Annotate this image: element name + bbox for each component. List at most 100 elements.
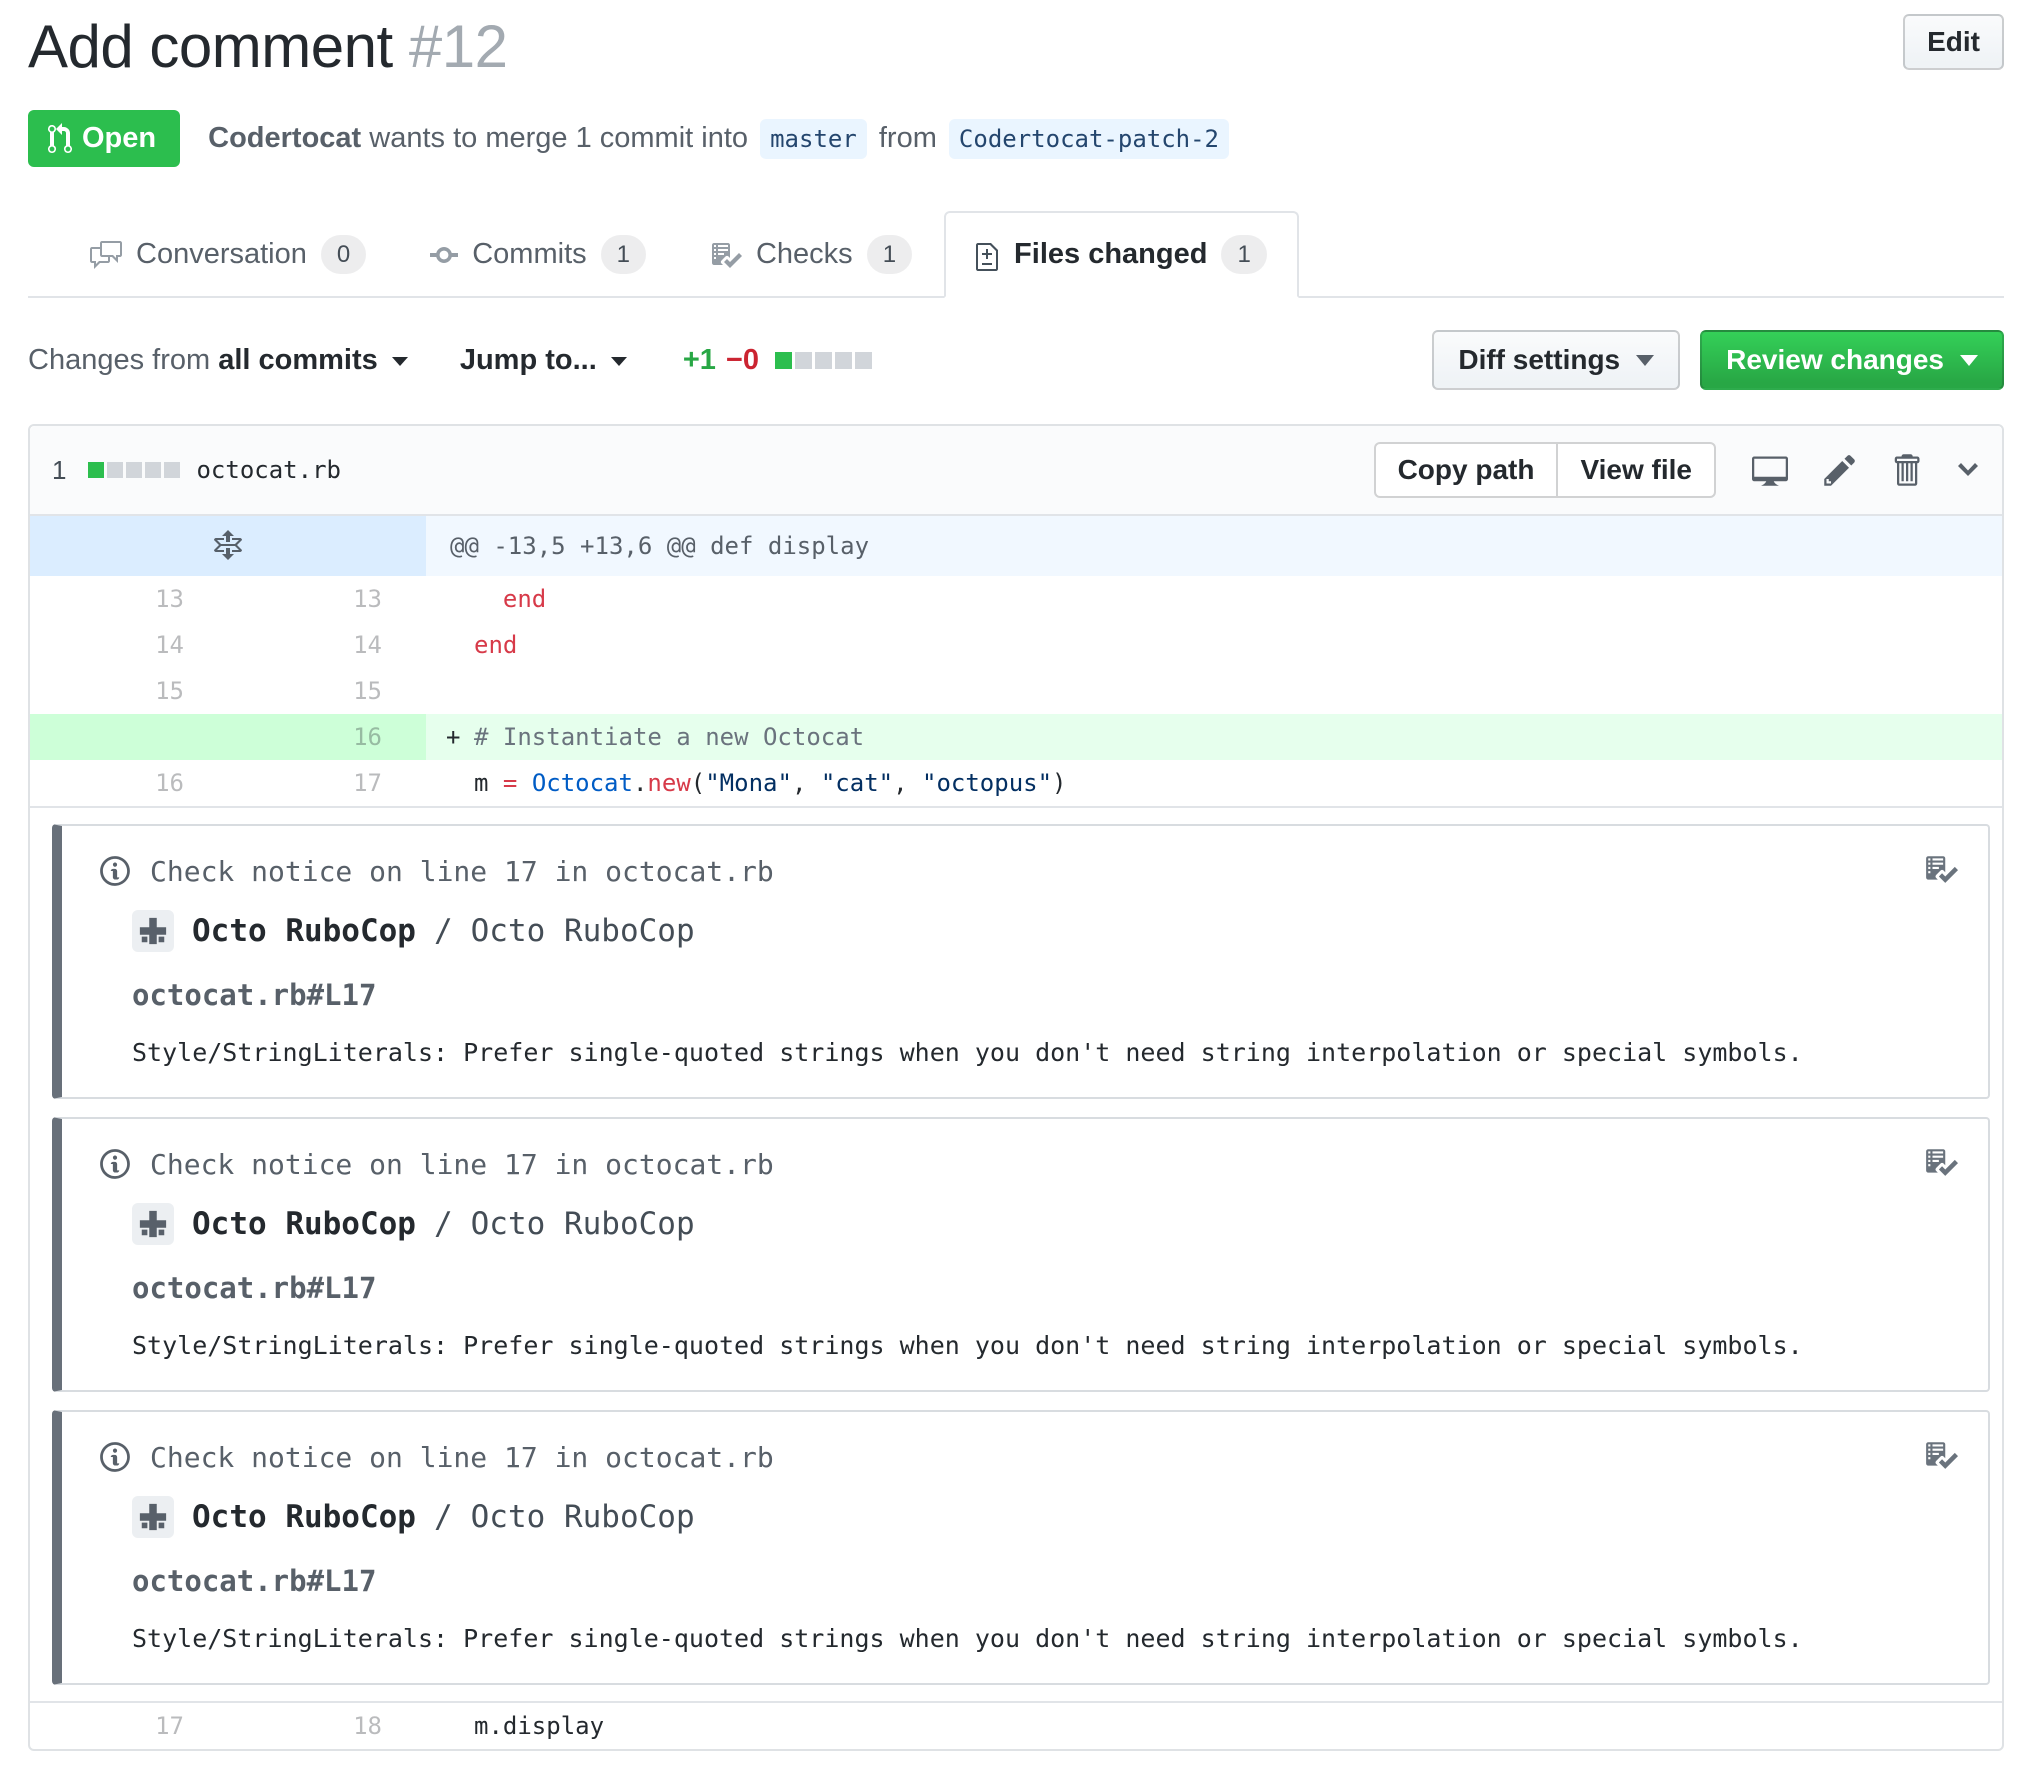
- old-line-number[interactable]: 14: [30, 622, 228, 668]
- additions-count: +1: [682, 343, 716, 376]
- chevron-down-icon: [1960, 354, 1978, 366]
- info-icon: [100, 854, 130, 888]
- old-line-number[interactable]: 16: [30, 760, 228, 806]
- head-branch-chip: Codertocat-patch-2: [948, 119, 1230, 159]
- notice-app-name[interactable]: Octo RuboCop: [192, 913, 416, 949]
- notice-context[interactable]: Octo RuboCop: [471, 1206, 695, 1242]
- tab-checks[interactable]: Checks 1: [678, 211, 944, 296]
- trash-icon[interactable]: [1892, 452, 1920, 488]
- old-line-number[interactable]: [30, 714, 228, 761]
- diff-sign: [446, 760, 474, 806]
- diff-sign: [446, 576, 474, 622]
- notice-file-link[interactable]: octocat.rb#L17: [132, 1564, 1952, 1598]
- pr-title-text: Add comment: [28, 13, 393, 80]
- chevron-down-icon: [391, 356, 408, 366]
- diffstat-block: [835, 351, 853, 369]
- notice-header-text: Check notice on line 17 in octocat.rb: [150, 1147, 774, 1181]
- new-line-number[interactable]: 16: [228, 714, 426, 761]
- plus-avatar-icon: [138, 1209, 168, 1239]
- tab-count: 1: [866, 235, 913, 275]
- diffstat-block: [795, 351, 813, 369]
- old-line-number[interactable]: 15: [30, 668, 228, 714]
- new-line-number[interactable]: 18: [228, 1703, 426, 1749]
- diff-rows: 13 13 end 14 14 end 15 15 16 + # Instantiate a …: [30, 576, 2002, 806]
- new-line-number[interactable]: 15: [228, 668, 426, 714]
- notice-header-text: Check notice on line 17 in octocat.rb: [150, 854, 774, 888]
- pencil-icon[interactable]: [1824, 452, 1856, 488]
- byline-from: from: [878, 122, 937, 154]
- jump-to-label: Jump to...: [459, 343, 597, 376]
- diff-settings-label: Diff settings: [1458, 344, 1621, 376]
- diffstat-block: [145, 462, 162, 479]
- tab-label: Conversation: [136, 238, 307, 271]
- review-changes-button[interactable]: Review changes: [1700, 330, 2004, 391]
- info-icon: [100, 1440, 130, 1474]
- code-line: m.display: [426, 1703, 2002, 1749]
- jump-to-dropdown[interactable]: Jump to...: [460, 344, 627, 377]
- plus-avatar-icon: [138, 916, 168, 946]
- notice-header-text: Check notice on line 17 in octocat.rb: [150, 1440, 774, 1474]
- comment-discussion-icon: [90, 239, 122, 271]
- new-line-number[interactable]: 14: [228, 622, 426, 668]
- file-actions-group: Copy path View file: [1373, 442, 1716, 499]
- avatar: [132, 1496, 174, 1539]
- diff-view: @@ -13,5 +13,6 @@ def display 13 13 end 14…: [30, 516, 2002, 1749]
- new-line-number[interactable]: 17: [228, 760, 426, 806]
- new-line-number[interactable]: 13: [228, 576, 426, 622]
- changes-from-label: Changes from: [28, 343, 211, 376]
- tab-label: Files changed: [1014, 238, 1208, 271]
- file-header: 1 octocat.rb Copy path View file: [30, 426, 2002, 517]
- diff-row: 14 14 end: [30, 622, 2002, 668]
- tab-commits[interactable]: Commits 1: [398, 211, 678, 296]
- notice-separator: /: [433, 1499, 453, 1536]
- check-run-icon[interactable]: [1924, 852, 1958, 886]
- notice-context[interactable]: Octo RuboCop: [471, 913, 695, 949]
- notice-header: Check notice on line 17 in octocat.rb: [100, 854, 1952, 888]
- tab-count: 1: [600, 235, 646, 275]
- chevron-down-icon[interactable]: [1956, 454, 1980, 486]
- notice-file-link[interactable]: octocat.rb#L17: [132, 1271, 1952, 1305]
- notice-context[interactable]: Octo RuboCop: [471, 1499, 695, 1535]
- check-notice: Check notice on line 17 in octocat.rb Oc…: [52, 824, 1990, 1100]
- check-notice: Check notice on line 17 in octocat.rb Oc…: [52, 1117, 1990, 1393]
- diffstat-block: [88, 462, 105, 479]
- file-diffstat-blocks: [88, 462, 181, 479]
- file-name: octocat.rb: [196, 456, 341, 485]
- byline-action: wants to merge 1 commit into: [369, 122, 749, 154]
- tab-label: Checks: [755, 238, 853, 271]
- author-name: Codertocat: [208, 122, 362, 154]
- tab-conversation[interactable]: Conversation 0: [58, 211, 398, 296]
- diff-sign: [446, 668, 474, 714]
- notice-app-name[interactable]: Octo RuboCop: [192, 1206, 416, 1242]
- check-run-icon[interactable]: [1924, 1145, 1958, 1179]
- notice-app-name[interactable]: Octo RuboCop: [192, 1499, 416, 1535]
- diffstat: +1 −0: [682, 343, 873, 377]
- diff-rows-trailing: 17 18 m.display: [30, 1703, 2002, 1749]
- old-line-number[interactable]: 17: [30, 1703, 228, 1749]
- hunk-header-text: @@ -13,5 +13,6 @@ def display: [426, 516, 2002, 577]
- code-line: end: [426, 622, 2002, 668]
- diff-toolbar: Changes from all commits Jump to... +1 −…: [28, 330, 2004, 391]
- copy-path-button[interactable]: Copy path: [1373, 442, 1559, 499]
- file-diff-container: 1 octocat.rb Copy path View file @@ -13,…: [28, 424, 2004, 1752]
- display-icon[interactable]: [1752, 452, 1788, 488]
- diffstat-block: [775, 351, 793, 369]
- pr-number: #12: [408, 13, 508, 80]
- check-notices: Check notice on line 17 in octocat.rb Oc…: [30, 806, 2002, 1704]
- notice-message: Style/StringLiterals: Prefer single-quot…: [132, 1331, 1803, 1361]
- changes-from-dropdown[interactable]: Changes from all commits: [28, 344, 408, 377]
- notice-message: Style/StringLiterals: Prefer single-quot…: [132, 1624, 1803, 1654]
- edit-button[interactable]: Edit: [1903, 14, 2004, 70]
- tab-files-changed[interactable]: Files changed 1: [944, 211, 1299, 299]
- unfold-icon[interactable]: [30, 516, 426, 577]
- diff-settings-button[interactable]: Diff settings: [1432, 330, 1681, 391]
- page-title: Add comment #12: [28, 13, 508, 80]
- code-line: [426, 668, 2002, 714]
- view-file-button[interactable]: View file: [1556, 442, 1716, 499]
- old-line-number[interactable]: 13: [30, 576, 228, 622]
- deletions-count: −0: [725, 343, 760, 376]
- check-run-icon[interactable]: [1924, 1438, 1958, 1472]
- avatar: [132, 910, 174, 953]
- notice-file-link[interactable]: octocat.rb#L17: [132, 978, 1952, 1012]
- diffstat-block: [126, 462, 143, 479]
